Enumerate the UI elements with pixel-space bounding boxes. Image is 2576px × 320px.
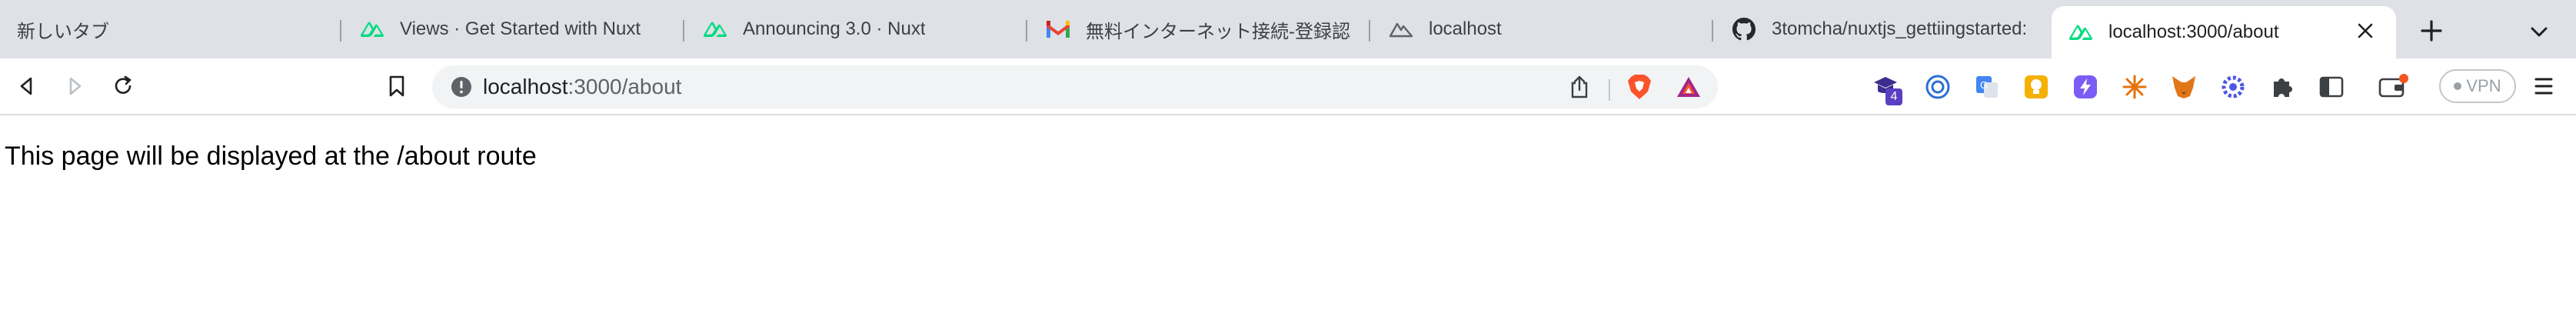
tab-title: Announcing 3.0 · Nuxt <box>743 18 926 39</box>
tab-strip: 新しいタブ Views · Get Started with Nuxt Anno… <box>0 0 2576 58</box>
github-icon <box>1732 17 1756 42</box>
tab-title: Views · Get Started with Nuxt <box>400 18 641 39</box>
tab-title: localhost:3000/about <box>2108 22 2279 42</box>
translate-icon[interactable]: G <box>1972 72 2002 102</box>
url-host: localhost <box>483 75 568 98</box>
puzzle-extensions-icon[interactable] <box>2267 72 2298 102</box>
tab-localhost-about[interactable]: localhost:3000/about <box>2052 6 2396 58</box>
omnibox-divider <box>1609 79 1610 101</box>
svg-text:G: G <box>1980 79 1988 91</box>
reload-icon <box>115 75 131 94</box>
new-tab-button[interactable] <box>2415 14 2448 48</box>
sparkle-extension-icon[interactable] <box>2119 72 2150 102</box>
sidebar-icon[interactable] <box>2316 72 2347 102</box>
nuxt-icon <box>360 17 384 42</box>
tab-github-repo[interactable]: 3tomcha/nuxtjs_gettiingstarted: <box>1715 0 2050 58</box>
vpn-button[interactable]: VPN <box>2439 69 2516 103</box>
gear-extension-icon[interactable] <box>2218 72 2248 102</box>
extension-icon[interactable]: 4 <box>1870 72 1902 105</box>
tab-separator <box>1026 20 1027 42</box>
tab-search-chevron-down-icon[interactable] <box>2524 17 2554 48</box>
bookmark-button[interactable] <box>378 68 415 105</box>
tab-localhost[interactable]: localhost <box>1372 0 1710 58</box>
tab-title: 3tomcha/nuxtjs_gettiingstarted: <box>1772 18 2028 39</box>
gmail-icon <box>1046 17 1070 42</box>
tab-new-tab[interactable]: 新しいタブ <box>0 0 338 58</box>
tab-announcing-nuxt[interactable]: Announcing 3.0 · Nuxt <box>686 0 1024 58</box>
tab-title: localhost <box>1429 18 1502 39</box>
forward-icon <box>69 77 82 95</box>
tab-separator <box>683 20 684 42</box>
reload-button[interactable] <box>105 68 141 105</box>
vpn-label: VPN <box>2466 76 2501 95</box>
tab-views-get-started[interactable]: Views · Get Started with Nuxt <box>343 0 681 58</box>
extension-circle-icon[interactable] <box>1922 72 1953 102</box>
metamask-fox-icon[interactable] <box>2168 72 2199 102</box>
menu-icon[interactable] <box>2530 72 2558 100</box>
brave-shields-icon[interactable] <box>1626 73 1653 101</box>
close-tab-icon[interactable] <box>2351 19 2379 45</box>
tab-separator <box>340 20 341 42</box>
info-icon[interactable] <box>449 75 474 99</box>
browser-toolbar: localhost:3000/about 4 G VPN <box>0 58 2576 115</box>
tab-separator <box>1369 20 1370 42</box>
back-button[interactable] <box>8 68 45 105</box>
page-body-text: This page will be displayed at the /abou… <box>5 142 537 171</box>
url-text[interactable]: localhost:3000/about <box>483 65 681 108</box>
forward-button[interactable] <box>57 68 94 105</box>
tab-title: 無料インターネット接続-登録認証× <box>1086 21 1350 42</box>
nuxt-gray-icon <box>1389 17 1413 42</box>
nuxt-icon <box>703 17 727 42</box>
wallet-icon[interactable] <box>2378 72 2408 102</box>
extension-badge: 4 <box>1885 88 1902 105</box>
bolt-extension-icon[interactable] <box>2070 72 2101 102</box>
vpn-status-dot <box>2454 82 2462 90</box>
back-icon <box>20 77 32 95</box>
url-path: :3000/about <box>567 75 682 98</box>
tab-separator <box>1712 20 1713 42</box>
tab-gmail[interactable]: 無料インターネット接続-登録認証× <box>1029 0 1367 58</box>
address-bar[interactable]: localhost:3000/about <box>432 65 1718 108</box>
tab-title: 新しいタブ <box>17 21 109 42</box>
share-icon[interactable] <box>1566 73 1593 101</box>
nuxt-icon <box>2068 20 2093 45</box>
brave-rewards-icon[interactable] <box>1675 73 1702 101</box>
bookmark-icon <box>389 75 404 97</box>
lightbulb-extension-icon[interactable] <box>2021 72 2052 102</box>
